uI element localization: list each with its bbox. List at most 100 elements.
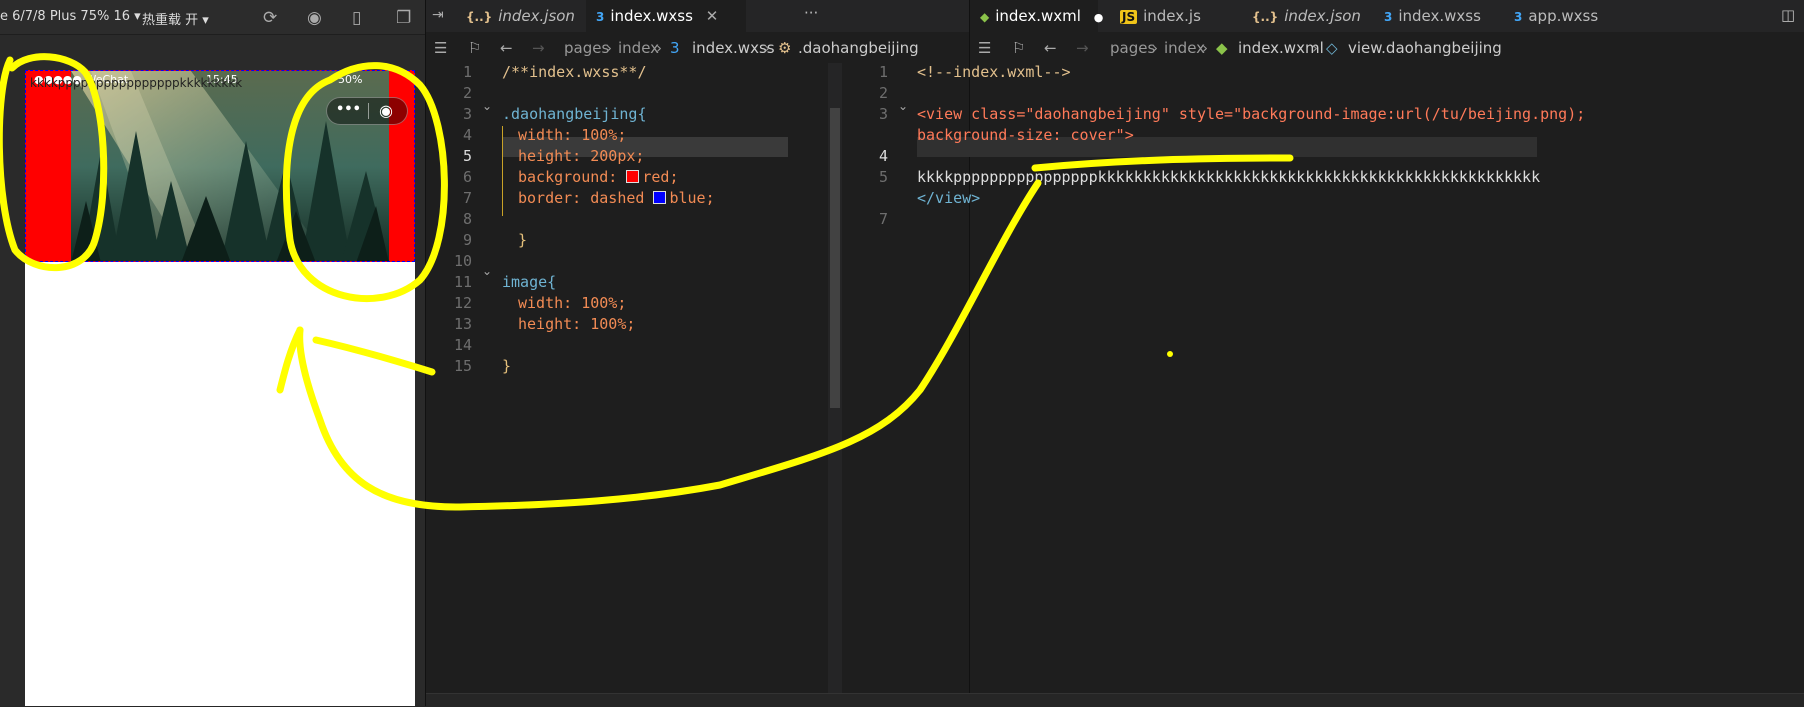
line-number: 10 [453, 252, 472, 270]
simulator-toolbar: e 6/7/8 Plus 75% 16 ▾ 热重载 开 ▾ ⟳ ◉ ▯ ❐ [0, 0, 425, 35]
tab-app-wxss[interactable]: 3 app.wxss [1504, 0, 1634, 32]
right-editor-tabbar: ◆ index.wxml ● JS index.js {..} index.json … [970, 0, 1804, 33]
wechat-capsule[interactable]: ••• ◉ [326, 97, 408, 125]
line-number: 7 [878, 210, 888, 228]
breadcrumb-sep: › [1152, 39, 1158, 57]
line-number: 2 [462, 84, 472, 102]
code-line: } [502, 357, 512, 375]
record-icon[interactable]: ◉ [379, 101, 393, 120]
css-icon: 3 [1514, 10, 1523, 24]
code-line: image{ [502, 273, 557, 291]
left-breadcrumb: ☰ ⚐ ← → pages › index › 3 index.wxss › ⚙… [426, 33, 969, 63]
css-icon: 3 [596, 10, 605, 24]
tab-index-wxml[interactable]: ◆ index.wxml ● [970, 0, 1103, 32]
capsule-divider [368, 103, 369, 119]
line-number: 6 [462, 168, 472, 186]
status-battery: 50% [338, 73, 363, 86]
line-number: 1 [462, 63, 472, 81]
wxml-icon: ◆ [980, 10, 990, 24]
line-number: 4 [462, 126, 472, 144]
line-number: 12 [453, 294, 472, 312]
bookmark-icon[interactable]: ⚐ [1012, 39, 1025, 57]
code-line: </view> [917, 189, 981, 207]
code-line: .daohangbeijing{ [502, 105, 647, 123]
more-actions-button[interactable]: ··· [804, 4, 818, 22]
json-icon: {..} [1252, 10, 1279, 24]
phone-screen: ●●●●● WeChat 15:45 50% kkkkppppppppppppp… [25, 70, 415, 706]
forward-icon[interactable]: → [1076, 39, 1089, 57]
tab-index-json[interactable]: {..} index.json [456, 0, 586, 32]
split-icon[interactable]: ⇥ [432, 7, 444, 23]
line-number: 5 [462, 147, 472, 165]
nav-background: ●●●●● WeChat 15:45 50% kkkkppppppppppppp… [25, 70, 415, 262]
line-number: 8 [462, 210, 472, 228]
breadcrumb-item[interactable]: index.wxml [1238, 39, 1324, 57]
element-icon: ◇ [1326, 39, 1338, 57]
breadcrumb-item[interactable]: index.wxss [692, 39, 775, 57]
tab-index-json[interactable]: {..} index.json [1242, 0, 1372, 32]
breadcrumb-sep: › [1202, 39, 1208, 57]
close-icon[interactable]: ✕ [706, 7, 719, 25]
window-icon[interactable]: ❐ [396, 8, 411, 28]
line-number: 13 [453, 315, 472, 333]
property-background: background: [518, 168, 627, 186]
fold-chevron-icon[interactable]: ⌄ [898, 99, 908, 113]
tab-index-wxss[interactable]: 3 index.wxss ✕ [586, 0, 746, 32]
line-number: 5 [878, 168, 888, 186]
breadcrumb-sep: › [606, 39, 612, 57]
right-code-editor[interactable] [970, 63, 1804, 693]
fold-chevron-icon[interactable]: ⌄ [482, 99, 492, 113]
breadcrumb-item[interactable]: index [1164, 39, 1205, 57]
stop-icon[interactable]: ◉ [307, 8, 322, 28]
line-number: 1 [878, 63, 888, 81]
breadcrumb-sep: › [656, 39, 662, 57]
left-editor-tabbar: ⇥ {..} index.json 3 index.wxss ✕ ··· [426, 0, 969, 33]
code-line: kkkkppppppppppppppppkkkkkkkkkkkkkkkkkkkk… [917, 168, 1541, 186]
outline-icon[interactable]: ☰ [434, 39, 447, 57]
forward-icon[interactable]: → [532, 39, 545, 57]
scrollbar-thumb[interactable] [830, 108, 840, 408]
bookmark-icon[interactable]: ⚐ [468, 39, 481, 57]
code-line: } [518, 231, 528, 249]
hot-reload-toggle[interactable]: 热重载 开 ▾ [142, 9, 209, 28]
code-line-border: border: dashed blue; [518, 189, 715, 207]
line-number: 3 [878, 105, 888, 123]
color-swatch-red[interactable] [626, 170, 640, 183]
code-line: <view class="daohangbeijing" style="back… [917, 105, 1586, 123]
wxml-icon: ◆ [1216, 39, 1228, 57]
css-icon: 3 [1384, 10, 1393, 24]
refresh-icon[interactable]: ⟳ [263, 8, 277, 28]
scrollbar[interactable] [828, 63, 842, 693]
breadcrumb-sep: › [764, 39, 770, 57]
selector-icon: ⚙ [778, 39, 792, 57]
more-dots-icon[interactable]: ••• [336, 102, 361, 117]
color-swatch-blue[interactable] [653, 191, 667, 204]
line-number: 9 [462, 231, 472, 249]
back-icon[interactable]: ← [500, 39, 513, 57]
breadcrumb-item[interactable]: view.daohangbeijing [1348, 39, 1502, 57]
tab-index-wxss[interactable]: 3 index.wxss [1374, 0, 1504, 32]
breadcrumb-item[interactable]: pages [1110, 39, 1155, 57]
fold-chevron-icon[interactable]: ⌄ [482, 264, 492, 278]
line-number: 2 [878, 84, 888, 102]
breadcrumb-sep: › [1312, 39, 1318, 57]
breadcrumb-item[interactable]: pages [564, 39, 609, 57]
bottom-panel-bar[interactable] [426, 693, 1804, 707]
line-number: 4 [878, 147, 888, 165]
device-selector[interactable]: e 6/7/8 Plus 75% 16 ▾ [0, 9, 141, 24]
back-icon[interactable]: ← [1044, 39, 1057, 57]
line-number: 15 [453, 357, 472, 375]
breadcrumb-item[interactable]: index [618, 39, 659, 57]
json-icon: {..} [466, 10, 493, 24]
split-editor-icon[interactable]: ◫ [1781, 6, 1795, 24]
modified-dot-icon[interactable]: ● [1094, 11, 1104, 24]
phone-icon[interactable]: ▯ [352, 8, 361, 28]
property-border: border: dashed [518, 189, 654, 207]
tab-index-js[interactable]: JS index.js [1110, 0, 1240, 32]
breadcrumb-item[interactable]: .daohangbeijing [798, 39, 919, 57]
outline-icon[interactable]: ☰ [978, 39, 991, 57]
css-icon: 3 [670, 39, 680, 57]
value-red: red; [642, 168, 679, 186]
code-line: background-size: cover"> [917, 126, 1134, 144]
value-blue: blue; [669, 189, 715, 207]
